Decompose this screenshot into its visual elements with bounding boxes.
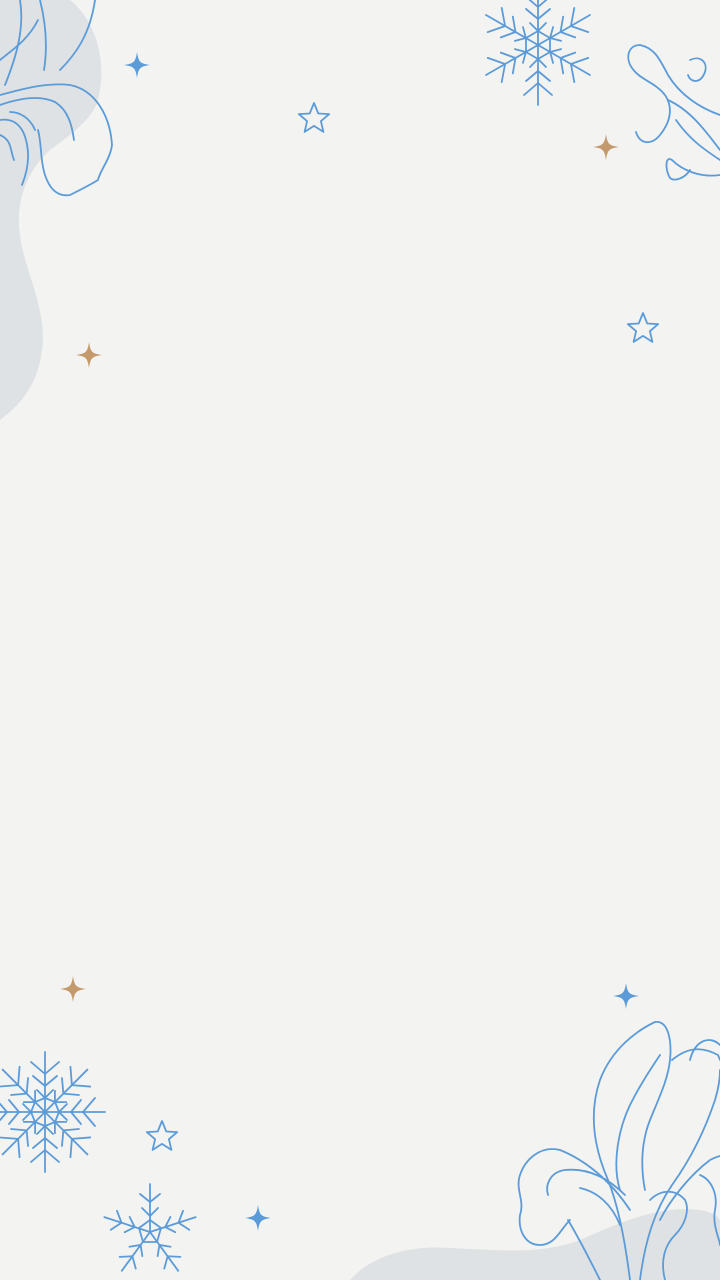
snowflake-icon-top <box>478 0 598 106</box>
sparkle-icon-blue-top-left <box>124 52 150 78</box>
snowflake-icon-bottom <box>100 1183 200 1278</box>
swirl-icon-top-right <box>627 44 720 181</box>
sparkle-icon-blue-bottom-right <box>613 983 639 1009</box>
star-outline-icon-right <box>626 312 660 343</box>
sparkle-icon-blue-bottom <box>245 1205 271 1231</box>
star-outline-icon-bottom-left <box>145 1120 179 1151</box>
sparkle-icon-gold-left <box>76 342 102 368</box>
star-outline-icon-top <box>297 102 331 133</box>
snowflake-icon-bottom-left <box>0 1051 106 1173</box>
sparkle-icon-gold-top-right <box>593 134 619 160</box>
decoration-layer <box>0 0 720 1280</box>
background-canvas <box>0 0 720 1280</box>
sparkle-icon-gold-bottom-left <box>60 976 86 1002</box>
